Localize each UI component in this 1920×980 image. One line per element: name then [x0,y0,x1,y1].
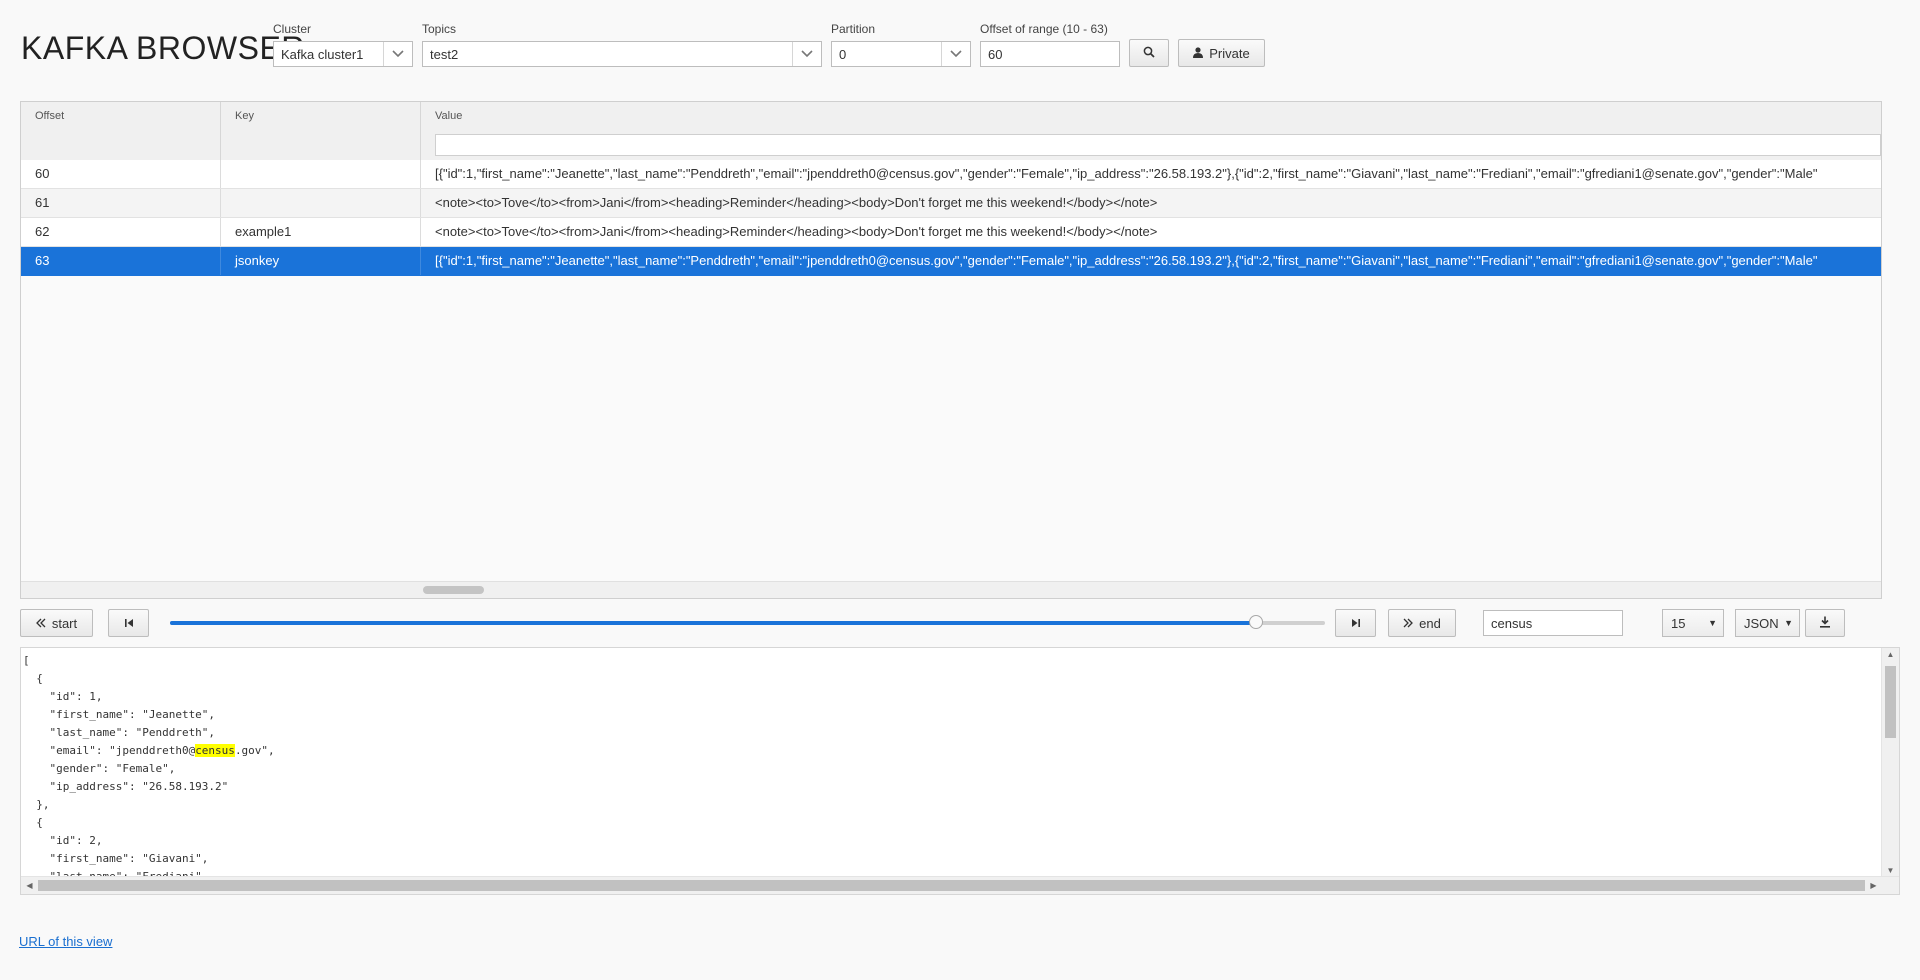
grid-scrollbar-thumb[interactable] [423,586,484,594]
slider-fill [170,621,1256,625]
offset-cell: 63 [21,247,221,275]
app-title: KAFKA BROWSER [21,30,305,66]
key-cell [221,160,421,188]
highlight-search-input[interactable]: census [1483,610,1623,636]
viewer-horizontal-scrollbar[interactable]: ◀ ▶ [21,876,1899,894]
scroll-up-icon[interactable]: ▲ [1882,648,1899,662]
partition-value: 0 [839,46,847,62]
skip-previous-icon [124,616,134,631]
grid-header: Offset Key Value [21,102,1881,132]
value-cell: <note><to>Tove</to><from>Jani</from><hea… [435,195,1158,210]
double-chevron-left-icon [35,616,46,631]
table-row[interactable]: 61 <note><to>Tove</to><from>Jani</from><… [21,189,1881,218]
previous-button[interactable] [108,609,149,637]
partition-select[interactable]: 0 [831,41,971,67]
offset-slider[interactable] [170,615,1325,629]
offset-cell: 62 [21,218,221,246]
column-header-value[interactable]: Value [421,102,1881,131]
column-header-key[interactable]: Key [221,102,421,131]
format-value: JSON [1744,615,1779,631]
slider-handle[interactable] [1248,615,1263,629]
offset-cell: 61 [21,189,221,217]
key-cell: jsonkey [221,247,421,275]
format-select[interactable]: JSON ▼ [1735,609,1800,637]
filter-cell-offset [21,131,221,160]
cluster-value: Kafka cluster1 [281,46,364,62]
search-button[interactable] [1129,39,1169,67]
scroll-right-icon[interactable]: ▶ [1865,877,1882,894]
column-header-offset[interactable]: Offset [21,102,221,131]
table-row[interactable]: 62 example1 <note><to>Tove</to><from>Jan… [21,218,1881,247]
grid-horizontal-scrollbar[interactable] [21,581,1881,598]
end-label: end [1419,615,1441,631]
caret-down-icon: ▼ [1784,618,1793,628]
url-of-this-view-link[interactable]: URL of this view [19,934,112,949]
caret-down-icon: ▼ [1708,618,1717,628]
private-button[interactable]: Private [1178,39,1265,67]
key-cell [221,189,421,217]
user-icon [1193,46,1204,61]
message-grid: Offset Key Value 60 [{"id":1,"first_name… [20,101,1882,599]
cluster-label: Cluster [273,22,312,36]
offset-cell: 60 [21,160,221,188]
partition-label: Partition [831,22,876,36]
value-cell: [{"id":1,"first_name":"Jeanette","last_n… [435,253,1818,268]
chevron-down-icon [792,42,821,66]
end-button[interactable]: end [1388,609,1456,637]
viewer-vertical-scrollbar[interactable]: ▲ ▼ [1881,648,1899,878]
chevron-down-icon [941,42,970,66]
topics-value: test2 [430,46,459,62]
search-highlight: census [195,744,235,757]
value-cell: <note><to>Tove</to><from>Jani</from><hea… [435,224,1158,239]
table-row-selected[interactable]: 63 jsonkey [{"id":1,"first_name":"Jeanet… [21,247,1881,276]
start-label: start [51,615,78,631]
offset-input[interactable]: 60 [980,41,1120,67]
table-row[interactable]: 60 [{"id":1,"first_name":"Jeanette","las… [21,160,1881,189]
cluster-select[interactable]: Kafka cluster1 [273,41,413,67]
page-size-select[interactable]: 15 ▼ [1662,609,1724,637]
double-chevron-right-icon [1403,616,1414,631]
filter-cell-value [421,131,1881,160]
scroll-left-icon[interactable]: ◀ [21,877,38,894]
download-button[interactable] [1805,609,1845,637]
value-filter-input[interactable] [435,134,1881,156]
search-icon [1143,46,1155,61]
offset-range-label: Offset of range (10 - 63) [980,22,1108,36]
topics-label: Topics [422,22,457,36]
viewer-hscroll-thumb[interactable] [38,880,1865,891]
viewer-scrollbar-thumb[interactable] [1885,666,1896,738]
page-size-value: 15 [1671,615,1686,631]
skip-next-icon [1351,616,1361,631]
chevron-down-icon [383,42,412,66]
value-cell: [{"id":1,"first_name":"Jeanette","last_n… [435,166,1818,181]
topics-select[interactable]: test2 [422,41,822,67]
filter-cell-key [221,131,421,160]
filter-row [21,131,1881,161]
message-viewer[interactable]: [ { "id": 1, "first_name": "Jeanette", "… [20,647,1900,895]
private-label: Private [1209,45,1250,61]
download-icon [1819,616,1831,631]
message-content: [ { "id": 1, "first_name": "Jeanette", "… [23,654,275,883]
key-cell: example1 [221,218,421,246]
start-button[interactable]: start [20,609,93,637]
next-button[interactable] [1335,609,1376,637]
